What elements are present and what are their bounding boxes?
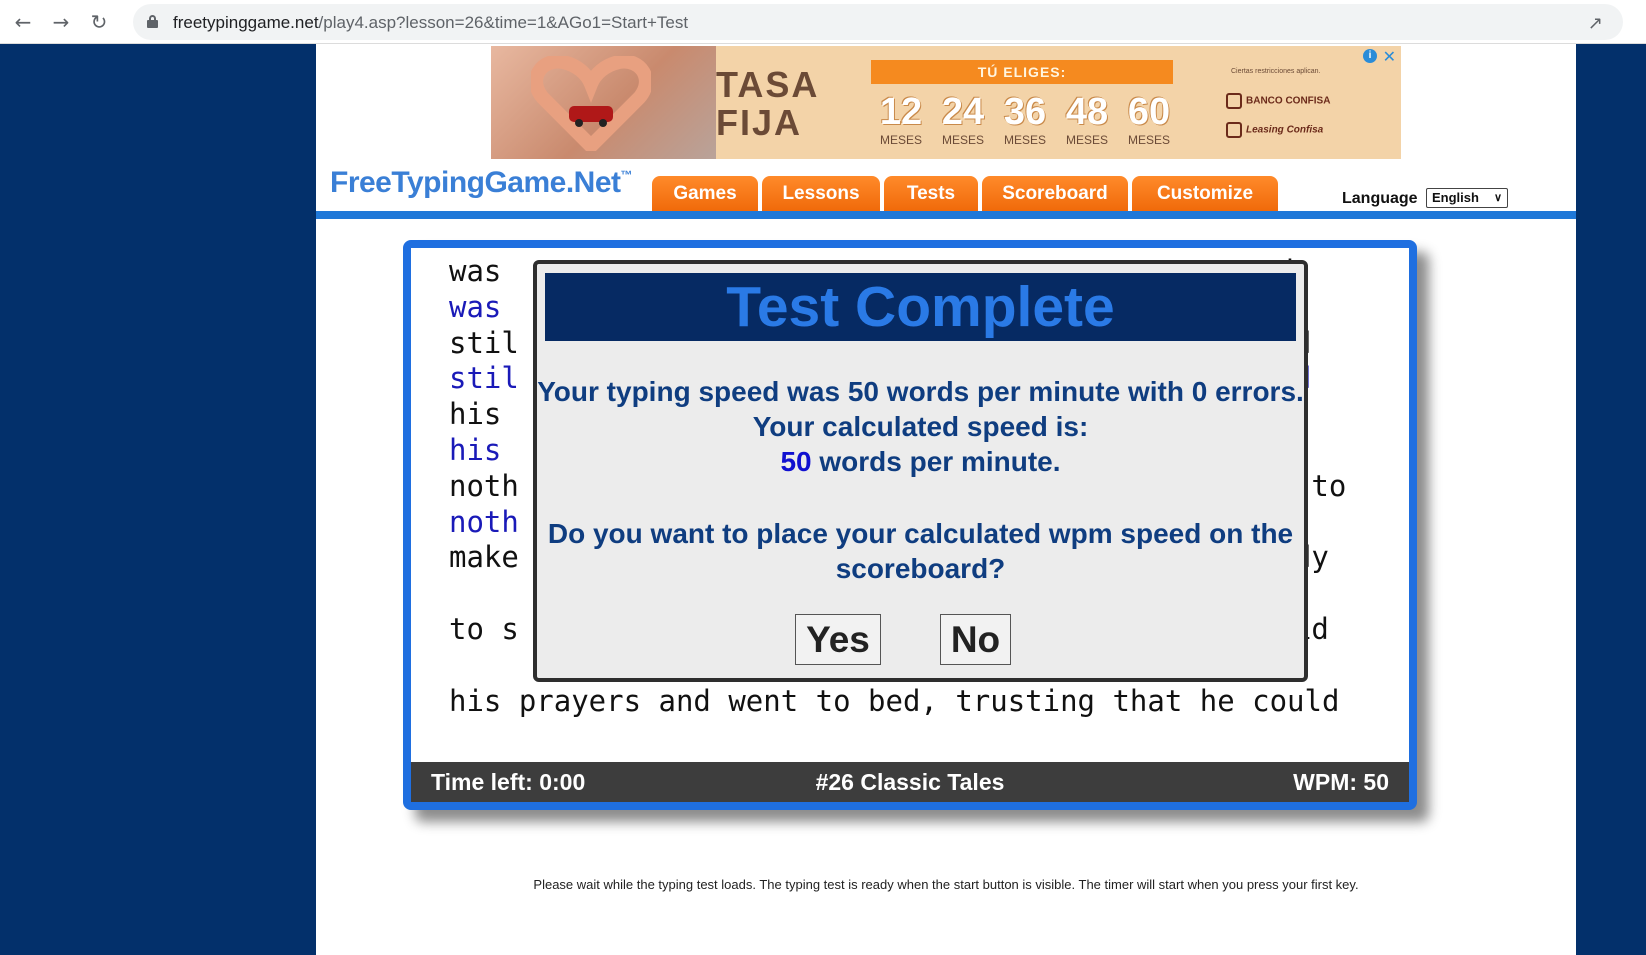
url-host: freetypinggame.net bbox=[173, 13, 319, 32]
language-select[interactable]: English ∨ bbox=[1426, 188, 1508, 208]
line-left-text: was bbox=[449, 289, 519, 324]
ad-fine-print: Ciertas restricciones aplican. bbox=[1231, 68, 1321, 75]
result-errors: 0 bbox=[1191, 376, 1208, 407]
line-left-text: his prayers and went to bed, trusting th… bbox=[449, 683, 1340, 718]
ad-close-icon[interactable]: ✕ bbox=[1383, 47, 1396, 66]
forward-arrow-icon[interactable]: → bbox=[48, 9, 74, 35]
ad-month-label: MESES bbox=[941, 133, 984, 147]
line-left-text: his bbox=[449, 397, 519, 432]
ad-leasing-name: Leasing Confisa bbox=[1246, 124, 1324, 136]
line-left-text: stil bbox=[449, 361, 519, 396]
ad-month-number: 24 bbox=[941, 91, 985, 133]
ad-month-label: MESES bbox=[1127, 133, 1170, 147]
heart-hands-icon bbox=[531, 56, 651, 151]
language-label: Language bbox=[1342, 190, 1418, 207]
line-left-text: noth bbox=[449, 504, 519, 539]
lesson-title: #26 Classic Tales bbox=[815, 769, 1005, 795]
trademark-mark: ™ bbox=[620, 168, 633, 182]
ad-month-option: 48 MESES bbox=[1057, 92, 1117, 148]
ad-month-option: 36 MESES bbox=[995, 92, 1055, 148]
result-text: words per minute. bbox=[811, 446, 1061, 477]
nav-tab-lessons[interactable]: Lessons bbox=[762, 176, 880, 211]
ad-month-number: 12 bbox=[879, 91, 923, 133]
ad-bank-name: BANCO CONFISA bbox=[1246, 95, 1331, 107]
status-bar: Time left: 0:00 #26 Classic Tales WPM: 5… bbox=[411, 762, 1409, 802]
site-logo[interactable]: FreeTypingGame.Net™ bbox=[330, 166, 633, 200]
nav-tab-tests[interactable]: Tests bbox=[884, 176, 978, 211]
source-line: his prayers and went to bed, trusting th… bbox=[449, 683, 1339, 719]
ad-info-icon[interactable]: i bbox=[1363, 49, 1377, 63]
ad-bank-logo: BANCO CONFISA bbox=[1226, 93, 1330, 109]
ad-headline-line1: TASA bbox=[716, 64, 820, 105]
ad-photo bbox=[491, 46, 716, 159]
line-left-text: to s bbox=[449, 611, 519, 646]
header-divider bbox=[316, 211, 1576, 219]
language-selected-value: English bbox=[1432, 190, 1479, 205]
dialog-title: Test Complete bbox=[545, 273, 1296, 341]
ad-month-number: 36 bbox=[1003, 91, 1047, 133]
ad-month-label: MESES bbox=[879, 133, 922, 147]
site-logo-text: FreeTypingGame.Net bbox=[330, 166, 621, 199]
line-left-text: his bbox=[449, 432, 519, 467]
result-text: Your typing speed was bbox=[537, 376, 848, 407]
page-content: TASA FIJA TÚ ELIGES: 12 MESES 24 MESES 36 M… bbox=[316, 44, 1576, 955]
ad-leasing-logo: Leasing Confisa bbox=[1226, 122, 1323, 138]
line-left-text: noth bbox=[449, 468, 519, 503]
advertisement-banner[interactable]: TASA FIJA TÚ ELIGES: 12 MESES 24 MESES 36 M… bbox=[491, 46, 1401, 159]
ad-month-label: MESES bbox=[1003, 133, 1046, 147]
chevron-down-icon: ∨ bbox=[1493, 192, 1502, 204]
lock-icon bbox=[147, 15, 158, 28]
leasing-logo-icon bbox=[1226, 122, 1242, 138]
browser-toolbar: ← → ↻ freetypinggame.net/play4.asp?lesso… bbox=[0, 0, 1646, 44]
nav-tab-scoreboard[interactable]: Scoreboard bbox=[982, 176, 1128, 211]
test-complete-dialog: Test Complete Your typing speed was 50 w… bbox=[533, 260, 1308, 682]
ad-months: 12 MESES 24 MESES 36 MESES 48 MESES 60 MESES bbox=[871, 92, 1191, 152]
reload-icon[interactable]: ↻ bbox=[86, 9, 112, 35]
line-left-text: make bbox=[449, 540, 519, 575]
url-text: freetypinggame.net/play4.asp?lesson=26&t… bbox=[173, 13, 688, 33]
ad-month-number: 60 bbox=[1127, 91, 1171, 133]
ad-headline: TASA FIJA bbox=[716, 66, 836, 142]
address-bar[interactable]: freetypinggame.net/play4.asp?lesson=26&t… bbox=[133, 4, 1623, 40]
line-left-text: was bbox=[449, 254, 519, 288]
ad-month-label: MESES bbox=[1065, 133, 1108, 147]
calculated-wpm: 50 bbox=[780, 446, 812, 477]
wpm-counter: WPM: 50 bbox=[1293, 769, 1389, 795]
ad-banner-text: TÚ ELIGES: bbox=[871, 60, 1173, 84]
nav-tab-customize[interactable]: Customize bbox=[1132, 176, 1278, 211]
line-left-text: stil bbox=[449, 325, 519, 360]
no-button[interactable]: No bbox=[940, 614, 1011, 665]
scoreboard-question: Do you want to place your calculated wpm… bbox=[547, 518, 1294, 584]
yes-button[interactable]: Yes bbox=[795, 614, 881, 665]
loading-note: Please wait while the typing test loads.… bbox=[533, 877, 1359, 892]
ad-headline-line2: FIJA bbox=[716, 102, 803, 143]
share-icon[interactable]: ↗ bbox=[1588, 13, 1603, 34]
bank-logo-icon bbox=[1226, 93, 1242, 109]
ad-month-number: 48 bbox=[1065, 91, 1109, 133]
result-message: Your typing speed was 50 words per minut… bbox=[537, 374, 1304, 479]
back-arrow-icon[interactable]: ← bbox=[10, 9, 36, 35]
ad-month-option: 24 MESES bbox=[933, 92, 993, 148]
ad-month-option: 12 MESES bbox=[871, 92, 931, 148]
ad-month-option: 60 MESES bbox=[1119, 92, 1179, 148]
result-wpm: 50 bbox=[847, 376, 880, 407]
result-text: words per minute with bbox=[879, 376, 1192, 407]
nav-tab-games[interactable]: Games bbox=[652, 176, 758, 211]
url-path: /play4.asp?lesson=26&time=1&AGo1=Start+T… bbox=[318, 13, 689, 32]
